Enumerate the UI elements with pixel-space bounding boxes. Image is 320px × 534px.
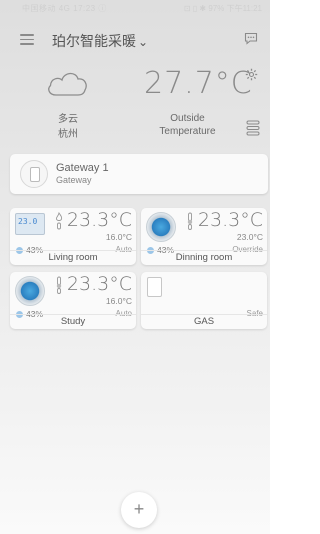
thermostat-display: 23.0 [18,217,38,226]
round-thermostat-icon [146,212,176,242]
status-right: ⊡ ▯ ✱ 97% 下午11:21 [183,4,262,13]
app-header: 珀尔智能采暖 ⌄ [0,26,270,54]
gateway-name: Gateway 1 [56,162,109,174]
gateway-icon [20,160,48,188]
status-left: 中国移动 4G 17:23 ⓘ [22,4,107,13]
device-card-gas[interactable]: Safe GAS [141,272,267,329]
room-temperature: 23.3°C [66,209,132,231]
setpoint-temperature: 23.0°C [236,232,263,242]
cloud-icon [48,72,87,96]
room-temperature: 23.3°C [197,209,263,231]
flame-icon [55,212,63,230]
weather-condition: 多云 [58,114,78,125]
device-card-living-room[interactable]: 23.0 23.3°C 16.0°C 43% Auto Living room [10,208,136,265]
room-name: Study [10,314,136,329]
home-selector[interactable]: 珀尔智能采暖 ⌄ [52,31,148,51]
setpoint-temperature: 16.0°C [105,296,132,306]
gateway-subtitle: Gateway [56,175,92,185]
setpoint-temperature: 16.0°C [105,232,132,242]
thermometer-icon [56,276,62,294]
room-name: Living room [10,250,136,265]
gas-sensor-icon [147,277,162,297]
device-card-dinning-room[interactable]: 23.3°C 23.0°C 43% Override Dinning room [141,208,267,265]
room-name: GAS [141,314,267,329]
weather-city: 杭州 [58,129,78,140]
outside-label-line1: Outside [170,113,205,124]
outside-label-line2: Temperature [159,126,216,137]
gear-icon[interactable] [245,68,258,81]
list-icon[interactable] [246,120,260,136]
gateway-card[interactable]: Gateway 1 Gateway [10,154,268,194]
outside-temperature-label: Outside Temperature [150,112,225,138]
app-screen: 中国移动 4G 17:23 ⓘ ⊡ ▯ ✱ 97% 下午11:21 珀尔智能采暖… [0,0,270,534]
room-temperature: 23.3°C [66,273,132,295]
round-thermostat-icon [15,276,45,306]
outside-temperature-value: 27.7°C [144,66,253,101]
menu-icon[interactable] [20,34,34,45]
status-bar: 中国移动 4G 17:23 ⓘ ⊡ ▯ ✱ 97% 下午11:21 [0,0,270,16]
device-card-study[interactable]: 23.3°C 16.0°C 43% Auto Study [10,272,136,329]
chat-icon[interactable] [244,32,258,45]
thermometer-icon [187,212,193,230]
chevron-down-icon: ⌄ [138,35,149,49]
thermostat-device-icon: 23.0 [15,213,45,235]
add-device-button[interactable]: + [121,492,157,528]
page-title: 珀尔智能采暖 [52,33,136,49]
weather-panel: 多云 杭州 27.7°C Outside Temperature [0,58,270,156]
room-name: Dinning room [141,250,267,265]
weather-info: 多云 杭州 [40,112,96,142]
